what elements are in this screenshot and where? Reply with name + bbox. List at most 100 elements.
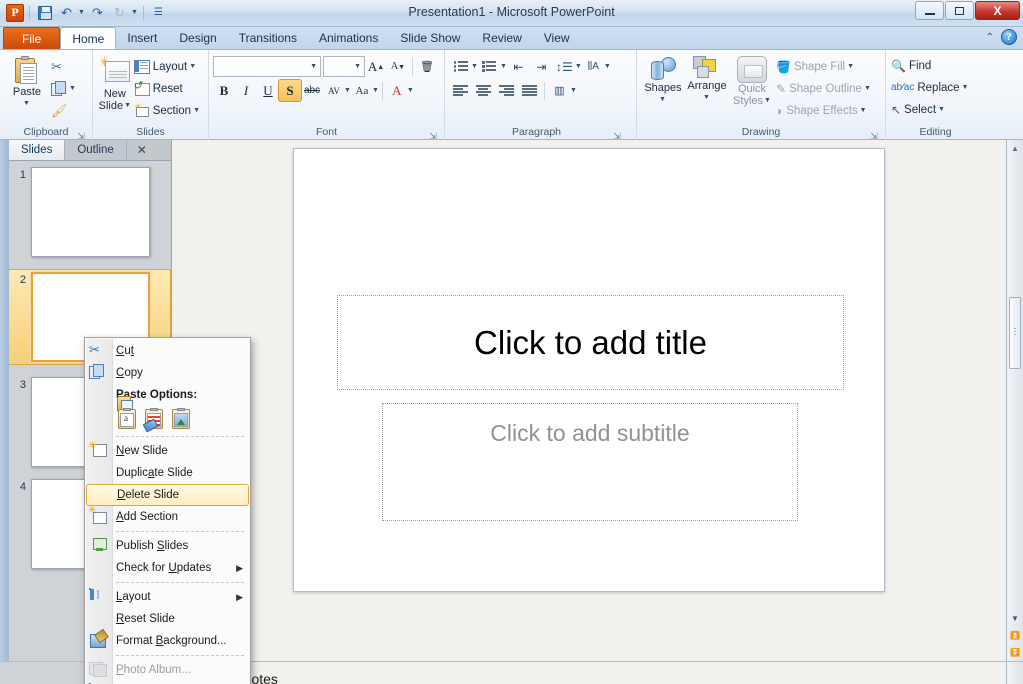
columns-icon[interactable]: ▥ [548,80,571,101]
paste-picture-icon[interactable] [170,408,192,430]
italic-button[interactable]: I [235,80,257,101]
align-right-icon[interactable] [495,80,518,101]
slide-thumbnail[interactable] [31,167,150,257]
context-menu-item-layout[interactable]: Layout ▶ [85,586,250,608]
context-menu-item-check-for-updates[interactable]: Check for Updates ▶ [85,557,250,579]
replace-dropdown-icon[interactable]: ▼ [962,84,969,91]
font-size-dropdown-icon[interactable]: ▼ [354,63,361,70]
tab-view[interactable]: View [533,27,581,49]
font-size-input[interactable]: ▼ [323,56,365,77]
shapes-dropdown-icon[interactable]: ▼ [659,94,666,106]
font-color-dropdown-icon[interactable]: ▼ [407,87,414,94]
numbering-dropdown-icon[interactable]: ▼ [500,63,507,70]
clear-formatting-icon[interactable]: 🗑 [416,56,438,77]
scroll-down-icon[interactable]: ▼ [1007,610,1023,627]
select-dropdown-icon[interactable]: ▼ [938,106,945,113]
font-name-dropdown-icon[interactable]: ▼ [310,63,317,70]
subtitle-placeholder[interactable]: Click to add subtitle [382,403,798,521]
tab-review[interactable]: Review [471,27,532,49]
previous-slide-icon[interactable]: ⏫ [1007,627,1023,644]
help-icon[interactable]: ? [1001,29,1017,45]
numbering-icon[interactable] [478,56,501,77]
columns-dropdown-icon[interactable]: ▼ [570,87,577,94]
section-dropdown-icon[interactable]: ▼ [193,107,200,114]
paste-dropdown-icon[interactable]: ▼ [23,98,30,110]
arrange-dropdown-icon[interactable]: ▼ [703,92,710,104]
justify-icon[interactable] [518,80,541,101]
slide-canvas[interactable]: Click to add title Click to add subtitle [293,148,885,592]
minimize-button[interactable] [915,1,944,20]
tab-slide-show[interactable]: Slide Show [389,27,471,49]
arrange-button[interactable]: Arrange ▼ [685,53,729,104]
maximize-button[interactable] [945,1,974,20]
reset-button[interactable]: ↺ Reset [133,78,204,99]
underline-button[interactable]: U [257,80,279,101]
character-spacing-dropdown-icon[interactable]: ▼ [344,87,351,94]
minimize-ribbon-icon[interactable]: ⌃ [986,32,994,43]
paragraph-dialog-launcher-icon[interactable]: ⇲ [612,129,622,139]
context-menu-item-new-slide[interactable]: New Slide [85,440,250,462]
layout-dropdown-icon[interactable]: ▼ [189,63,196,70]
context-menu-item-copy[interactable]: Copy [85,362,250,384]
find-button[interactable]: 🔍 Find [890,55,973,76]
increase-indent-icon[interactable]: ⇥ [530,56,553,77]
copy-button[interactable]: ▼ [50,78,80,99]
section-button[interactable]: ✳ Section ▼ [133,100,204,121]
paste-keep-source-formatting-icon[interactable] [143,408,165,430]
line-spacing-dropdown-icon[interactable]: ▼ [575,63,582,70]
strikethrough-button[interactable]: abc [301,80,323,101]
shrink-font-button[interactable]: A▼ [387,56,409,77]
scroll-up-icon[interactable]: ▲ [1007,140,1023,157]
context-menu-item-delete-slide[interactable]: Delete Slide [86,484,249,506]
close-button[interactable]: X [975,1,1020,20]
text-direction-dropdown-icon[interactable]: ▼ [604,63,611,70]
font-name-input[interactable]: ▼ [213,56,321,77]
shape-effects-dropdown-icon[interactable]: ▼ [860,107,867,114]
context-menu-item-reset-slide[interactable]: Reset Slide [85,608,250,630]
shape-fill-dropdown-icon[interactable]: ▼ [847,63,854,70]
tab-animations[interactable]: Animations [308,27,389,49]
context-menu-item-format-background[interactable]: Format Background... [85,630,250,652]
quick-styles-dropdown-icon[interactable]: ▼ [764,95,771,107]
paste-button[interactable]: Paste ▼ [4,53,50,110]
cut-button[interactable]: ✂ [50,56,80,77]
next-slide-icon[interactable]: ⏬ [1007,644,1023,661]
tab-file[interactable]: File [3,27,60,49]
quick-styles-button[interactable]: Quick Styles ▼ [729,53,775,107]
tab-outline[interactable]: Outline [65,140,126,160]
thumbnail-row-1[interactable]: 1 [9,167,171,257]
notes-scrollbar[interactable] [1006,662,1023,684]
character-spacing-button[interactable]: AV [323,80,345,101]
bullets-icon[interactable] [449,56,472,77]
tab-design[interactable]: Design [168,27,227,49]
close-pane-icon[interactable]: ✕ [127,140,157,160]
shape-outline-dropdown-icon[interactable]: ▼ [864,85,871,92]
text-shadow-button[interactable]: S [279,80,301,101]
context-menu-item-publish-slides[interactable]: Publish Slides [85,535,250,557]
tab-slides[interactable]: Slides [9,140,65,160]
shape-effects-button[interactable]: ◗ Shape Effects ▼ [775,100,875,121]
font-color-button[interactable]: A [386,80,408,101]
center-icon[interactable] [472,80,495,101]
paste-use-destination-theme-icon[interactable] [116,408,138,430]
format-painter-button[interactable]: 🖌 [50,100,80,121]
line-spacing-icon[interactable]: ↕☰ [553,56,576,77]
select-button[interactable]: ↖ Select ▼ [890,99,973,120]
context-menu-item-duplicate-slide[interactable]: Duplicate Slide [85,462,250,484]
context-menu-item-cut[interactable]: ✂ Cut [85,340,250,362]
new-slide-dropdown-icon[interactable]: ▼ [124,100,131,112]
notes-text-area[interactable]: d notes [172,662,1006,684]
change-case-dropdown-icon[interactable]: ▼ [372,87,379,94]
title-placeholder[interactable]: Click to add title [337,295,844,390]
replace-button[interactable]: ab⁄ac Replace ▼ [890,77,973,98]
tab-home[interactable]: Home [60,27,116,49]
align-left-icon[interactable] [449,80,472,101]
shapes-button[interactable]: Shapes ▼ [641,53,685,106]
change-case-button[interactable]: Aa [351,80,373,101]
bullets-dropdown-icon[interactable]: ▼ [471,63,478,70]
new-slide-button[interactable]: ✳ New Slide ▼ [97,53,133,112]
grow-font-button[interactable]: A▲ [365,56,387,77]
drawing-dialog-launcher-icon[interactable]: ⇲ [869,129,879,139]
copy-dropdown-icon[interactable]: ▼ [69,85,76,92]
font-dialog-launcher-icon[interactable]: ⇲ [428,129,438,139]
